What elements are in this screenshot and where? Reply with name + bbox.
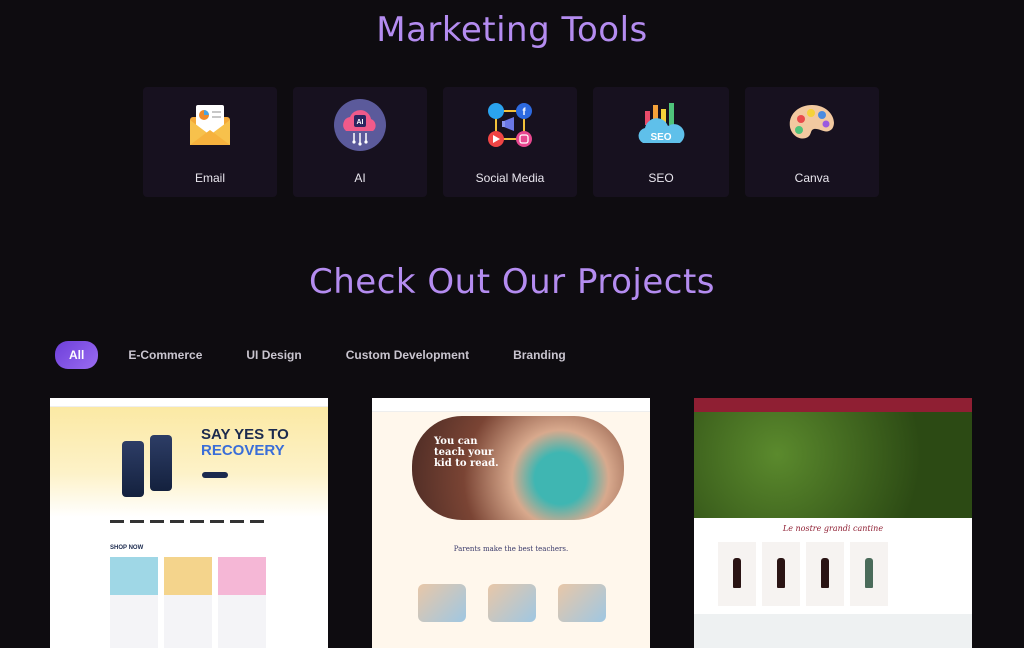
- tool-card-ai[interactable]: AI AI: [293, 87, 427, 197]
- seo-cloud-growth-icon: SEO: [633, 97, 689, 153]
- project-preview-nav: [50, 398, 328, 407]
- tool-card-canva[interactable]: Canva: [745, 87, 879, 197]
- tool-label: SEO: [648, 171, 674, 185]
- preview-headline-line-2: RECOVERY: [201, 442, 285, 459]
- project-card-wine-shop[interactable]: Le nostre grandi cantine: [694, 398, 972, 648]
- project-card-recovery-drink[interactable]: SAY YES TO RECOVERY SHOP NOW: [50, 398, 328, 648]
- wine-bottle-card: [762, 542, 800, 606]
- preview-feature-thumbs: [418, 584, 606, 622]
- filter-ui-design[interactable]: UI Design: [246, 348, 301, 362]
- preview-hero-image: [694, 412, 972, 518]
- preview-product-card: [110, 557, 158, 648]
- tool-label: AI: [354, 171, 366, 185]
- preview-wine-cards: [718, 542, 888, 606]
- wine-bottle-card: [850, 542, 888, 606]
- social-media-network-icon: f: [482, 97, 538, 153]
- preview-shop-heading: SHOP NOW: [110, 545, 144, 551]
- tool-card-social-media[interactable]: f Social Media: [443, 87, 577, 197]
- product-can-image: [122, 441, 144, 497]
- svg-text:SEO: SEO: [650, 132, 671, 143]
- tool-label: Canva: [794, 171, 830, 185]
- preview-hero-text: You can teach your kid to read.: [434, 436, 499, 469]
- filter-branding[interactable]: Branding: [513, 348, 566, 362]
- ai-cloud-chip-icon: AI: [332, 97, 388, 153]
- projects-title: Check Out Our Projects: [309, 262, 715, 302]
- wine-bottle-card: [806, 542, 844, 606]
- project-card-reading-app[interactable]: You can teach your kid to read. Parents …: [372, 398, 650, 648]
- project-preview-hero: SAY YES TO RECOVERY: [50, 407, 328, 517]
- preview-footer: [694, 614, 972, 648]
- project-preview-nav: [694, 398, 972, 412]
- tool-label: Social Media: [475, 171, 545, 185]
- filter-custom-development[interactable]: Custom Development: [346, 348, 469, 362]
- preview-product-cards: [110, 557, 266, 648]
- project-filters: All E-Commerce UI Design Custom Developm…: [55, 341, 610, 369]
- wine-bottle-card: [718, 542, 756, 606]
- preview-cta: [202, 472, 228, 478]
- svg-text:AI: AI: [357, 119, 364, 126]
- tool-card-seo[interactable]: SEO SEO: [593, 87, 729, 197]
- preview-subheading: Parents make the best teachers.: [453, 545, 569, 553]
- marketing-tools-list: Email AI AI f Social Media SEO SEO Canva: [143, 87, 879, 197]
- tool-label: Email: [194, 171, 225, 185]
- preview-product-card: [164, 557, 212, 648]
- product-can-image: [150, 435, 172, 491]
- project-preview-nav: [372, 398, 650, 412]
- preview-script-heading: Le nostre grandi cantine: [782, 524, 884, 533]
- preview-headline-line-1: SAY YES TO: [201, 426, 289, 443]
- filter-ecommerce[interactable]: E-Commerce: [128, 348, 202, 362]
- tool-card-email[interactable]: Email: [143, 87, 277, 197]
- marketing-tools-title: Marketing Tools: [376, 10, 648, 50]
- preview-headline: SAY YES TO RECOVERY: [201, 427, 289, 459]
- paint-palette-icon: [784, 97, 840, 153]
- email-envelope-icon: [182, 97, 238, 153]
- filter-all[interactable]: All: [55, 341, 99, 369]
- preview-press-logos: [110, 520, 264, 523]
- project-gallery: SAY YES TO RECOVERY SHOP NOW You can tea…: [50, 398, 972, 648]
- preview-product-card: [218, 557, 266, 648]
